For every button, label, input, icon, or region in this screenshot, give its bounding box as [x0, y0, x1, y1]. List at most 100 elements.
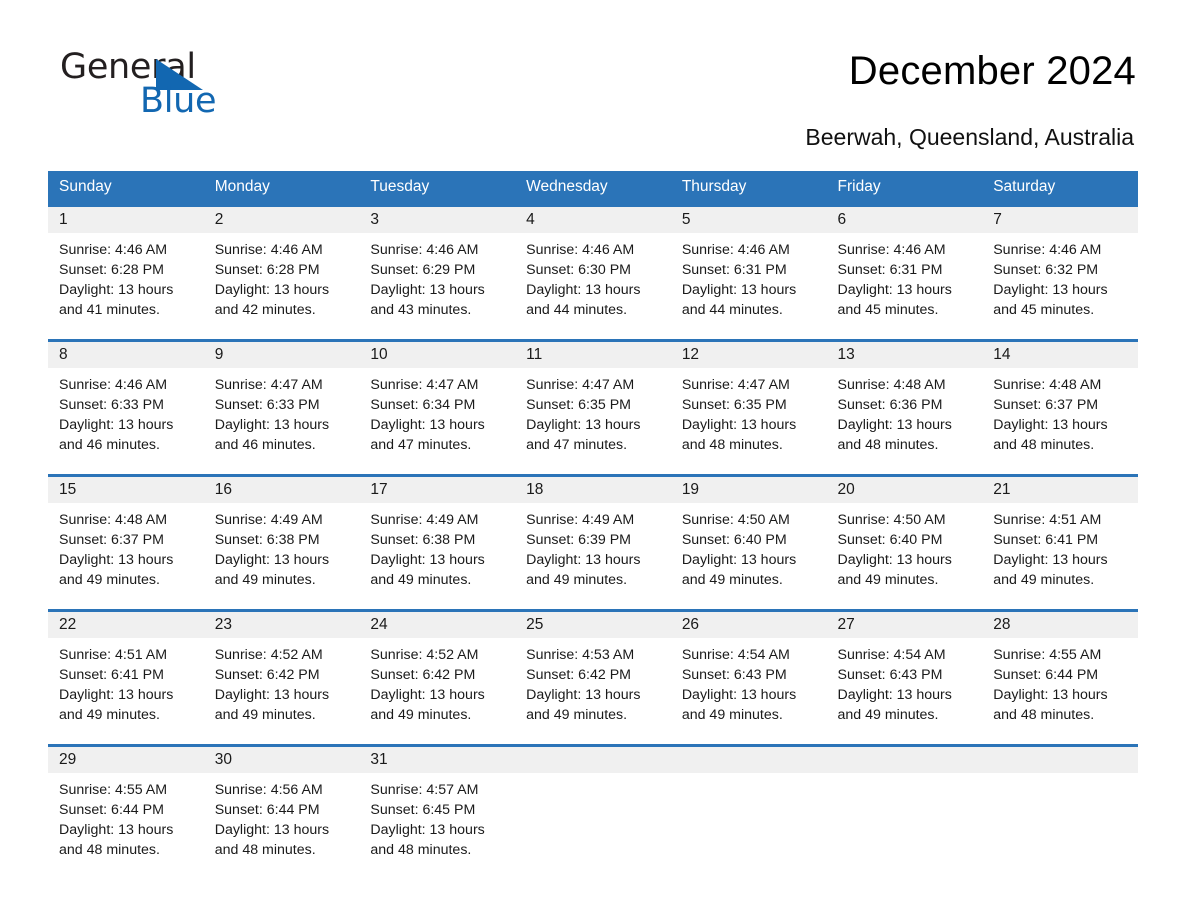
day-details: Sunrise: 4:50 AM Sunset: 6:40 PM Daylight:… [827, 503, 983, 591]
calendar-day-cell[interactable]: 26 Sunrise: 4:54 AM Sunset: 6:43 PM Dayligh… [670, 608, 827, 744]
day-number: 24 [359, 611, 516, 638]
day-details: Sunrise: 4:46 AM Sunset: 6:31 PM Daylight:… [671, 233, 827, 321]
calendar-day-cell[interactable]: 24 Sunrise: 4:52 AM Sunset: 6:42 PM Dayligh… [359, 608, 516, 744]
daylight-text-line2: and 45 minutes. [993, 302, 1095, 319]
sunrise-text: Sunrise: 4:50 AM [681, 511, 790, 528]
calendar-day-cell[interactable]: 23 Sunrise: 4:52 AM Sunset: 6:42 PM Dayligh… [203, 608, 360, 744]
day-details: Sunrise: 4:55 AM Sunset: 6:44 PM Daylight:… [982, 638, 1138, 726]
day-cell-inner: 23 Sunrise: 4:52 AM Sunset: 6:42 PM Dayligh… [203, 608, 360, 744]
calendar-day-cell[interactable]: 17 Sunrise: 4:49 AM Sunset: 6:38 PM Dayligh… [359, 473, 516, 609]
calendar-day-cell[interactable]: 4 Sunrise: 4:46 AM Sunset: 6:30 PM Daylight… [515, 203, 671, 339]
calendar-day-cell[interactable]: 21 Sunrise: 4:51 AM Sunset: 6:41 PM Dayligh… [982, 473, 1138, 609]
day-details: Sunrise: 4:52 AM Sunset: 6:42 PM Daylight:… [204, 638, 360, 726]
daylight-text-line2: and 48 minutes. [59, 842, 160, 859]
day-details: Sunrise: 4:49 AM Sunset: 6:38 PM Daylight:… [359, 503, 515, 591]
sunset-text: Sunset: 6:40 PM [681, 531, 787, 548]
weekday-header-monday: Monday [203, 170, 360, 204]
day-number [982, 746, 1138, 773]
calendar-day-cell[interactable]: 10 Sunrise: 4:47 AM Sunset: 6:34 PM Dayligh… [359, 338, 516, 474]
day-details: Sunrise: 4:46 AM Sunset: 6:29 PM Daylight:… [359, 233, 515, 321]
calendar-day-cell[interactable]: 8 Sunrise: 4:46 AM Sunset: 6:33 PM Daylight… [48, 338, 204, 474]
sunset-text: Sunset: 6:28 PM [59, 261, 164, 278]
sunrise-text: Sunrise: 4:54 AM [837, 646, 946, 663]
daylight-text-line2: and 49 minutes. [370, 572, 472, 589]
day-details: Sunrise: 4:54 AM Sunset: 6:43 PM Daylight:… [827, 638, 983, 726]
calendar-day-cell[interactable]: 29 Sunrise: 4:55 AM Sunset: 6:44 PM Dayligh… [48, 743, 204, 879]
day-cell-inner: 5 Sunrise: 4:46 AM Sunset: 6:31 PM Daylight… [670, 203, 827, 339]
sunset-text: Sunset: 6:38 PM [214, 531, 320, 548]
day-details: Sunrise: 4:46 AM Sunset: 6:28 PM Daylight:… [48, 233, 204, 321]
calendar-day-cell[interactable] [982, 743, 1138, 879]
daylight-text-line2: and 49 minutes. [59, 707, 160, 724]
day-details: Sunrise: 4:46 AM Sunset: 6:31 PM Daylight:… [827, 233, 983, 321]
day-number: 7 [982, 206, 1138, 233]
day-details: Sunrise: 4:46 AM Sunset: 6:32 PM Daylight:… [982, 233, 1138, 321]
calendar-day-cell[interactable]: 5 Sunrise: 4:46 AM Sunset: 6:31 PM Daylight… [670, 203, 827, 339]
day-number: 12 [670, 341, 827, 368]
sunset-text: Sunset: 6:35 PM [681, 396, 787, 413]
daylight-text-line1: Daylight: 13 hours [214, 686, 330, 703]
daylight-text-line1: Daylight: 13 hours [59, 686, 174, 703]
calendar-day-cell[interactable]: 9 Sunrise: 4:47 AM Sunset: 6:33 PM Daylight… [203, 338, 360, 474]
daylight-text-line1: Daylight: 13 hours [59, 281, 174, 298]
sunrise-text: Sunrise: 4:46 AM [837, 241, 946, 258]
calendar-day-cell[interactable]: 2 Sunrise: 4:46 AM Sunset: 6:28 PM Daylight… [203, 203, 360, 339]
calendar-day-cell[interactable]: 7 Sunrise: 4:46 AM Sunset: 6:32 PM Daylight… [982, 203, 1138, 339]
day-details: Sunrise: 4:53 AM Sunset: 6:42 PM Daylight:… [515, 638, 671, 726]
calendar-day-cell[interactable] [826, 743, 983, 879]
daylight-text-line2: and 47 minutes. [370, 437, 472, 454]
day-cell-inner [982, 743, 1138, 879]
day-number: 2 [203, 206, 360, 233]
day-cell-inner: 4 Sunrise: 4:46 AM Sunset: 6:30 PM Daylight… [515, 203, 671, 339]
day-number: 14 [982, 341, 1138, 368]
calendar-day-cell[interactable]: 20 Sunrise: 4:50 AM Sunset: 6:40 PM Dayligh… [826, 473, 983, 609]
day-number [826, 746, 983, 773]
calendar-day-cell[interactable]: 22 Sunrise: 4:51 AM Sunset: 6:41 PM Dayligh… [48, 608, 204, 744]
day-cell-inner: 16 Sunrise: 4:49 AM Sunset: 6:38 PM Dayligh… [203, 473, 360, 609]
calendar-day-cell[interactable]: 15 Sunrise: 4:48 AM Sunset: 6:37 PM Dayligh… [48, 473, 204, 609]
sunrise-text: Sunrise: 4:53 AM [526, 646, 635, 663]
calendar-day-cell[interactable]: 18 Sunrise: 4:49 AM Sunset: 6:39 PM Dayligh… [515, 473, 671, 609]
calendar-day-cell[interactable]: 1 Sunrise: 4:46 AM Sunset: 6:28 PM Daylight… [48, 203, 204, 339]
calendar-day-cell[interactable]: 31 Sunrise: 4:57 AM Sunset: 6:45 PM Dayligh… [359, 743, 516, 879]
calendar-day-cell[interactable] [515, 743, 671, 879]
calendar-week-row: 15 Sunrise: 4:48 AM Sunset: 6:37 PM Dayligh… [48, 473, 1138, 609]
day-cell-inner: 24 Sunrise: 4:52 AM Sunset: 6:42 PM Dayligh… [359, 608, 516, 744]
calendar-day-cell[interactable]: 6 Sunrise: 4:46 AM Sunset: 6:31 PM Daylight… [826, 203, 983, 339]
daylight-text-line1: Daylight: 13 hours [59, 821, 174, 838]
page-header: General Blue December 2024 [0, 0, 1188, 120]
day-cell-inner: 29 Sunrise: 4:55 AM Sunset: 6:44 PM Dayligh… [48, 743, 204, 879]
calendar-day-cell[interactable]: 13 Sunrise: 4:48 AM Sunset: 6:36 PM Dayligh… [826, 338, 983, 474]
sunset-text: Sunset: 6:33 PM [59, 396, 164, 413]
sunrise-text: Sunrise: 4:50 AM [837, 511, 946, 528]
day-number [670, 746, 827, 773]
calendar-day-cell[interactable]: 19 Sunrise: 4:50 AM Sunset: 6:40 PM Dayligh… [670, 473, 827, 609]
sunset-text: Sunset: 6:31 PM [681, 261, 787, 278]
day-details: Sunrise: 4:51 AM Sunset: 6:41 PM Daylight:… [48, 638, 204, 726]
day-number: 29 [48, 746, 204, 773]
sunset-text: Sunset: 6:44 PM [993, 666, 1099, 683]
calendar-day-cell[interactable]: 16 Sunrise: 4:49 AM Sunset: 6:38 PM Dayligh… [203, 473, 360, 609]
calendar-day-cell[interactable]: 28 Sunrise: 4:55 AM Sunset: 6:44 PM Dayligh… [982, 608, 1138, 744]
sunrise-text: Sunrise: 4:48 AM [993, 376, 1102, 393]
calendar-day-cell[interactable]: 11 Sunrise: 4:47 AM Sunset: 6:35 PM Dayligh… [515, 338, 671, 474]
daylight-text-line1: Daylight: 13 hours [681, 551, 797, 568]
day-number: 28 [982, 611, 1138, 638]
calendar-day-cell[interactable]: 12 Sunrise: 4:47 AM Sunset: 6:35 PM Dayligh… [670, 338, 827, 474]
day-details: Sunrise: 4:56 AM Sunset: 6:44 PM Daylight:… [204, 773, 360, 861]
day-number: 25 [515, 611, 671, 638]
title-block: December 2024 [849, 48, 1136, 94]
calendar-day-cell[interactable] [670, 743, 827, 879]
sunrise-text: Sunrise: 4:52 AM [370, 646, 479, 663]
day-number: 9 [203, 341, 360, 368]
day-number: 11 [515, 341, 671, 368]
calendar-day-cell[interactable]: 27 Sunrise: 4:54 AM Sunset: 6:43 PM Dayligh… [826, 608, 983, 744]
logo-text-blue: Blue [140, 81, 217, 121]
daylight-text-line1: Daylight: 13 hours [214, 416, 330, 433]
calendar-day-cell[interactable]: 3 Sunrise: 4:46 AM Sunset: 6:29 PM Daylight… [359, 203, 516, 339]
daylight-text-line1: Daylight: 13 hours [993, 416, 1108, 433]
general-blue-logo[interactable]: General Blue [60, 48, 260, 120]
calendar-day-cell[interactable]: 30 Sunrise: 4:56 AM Sunset: 6:44 PM Dayligh… [203, 743, 360, 879]
calendar-day-cell[interactable]: 25 Sunrise: 4:53 AM Sunset: 6:42 PM Dayligh… [515, 608, 671, 744]
calendar-day-cell[interactable]: 14 Sunrise: 4:48 AM Sunset: 6:37 PM Dayligh… [982, 338, 1138, 474]
